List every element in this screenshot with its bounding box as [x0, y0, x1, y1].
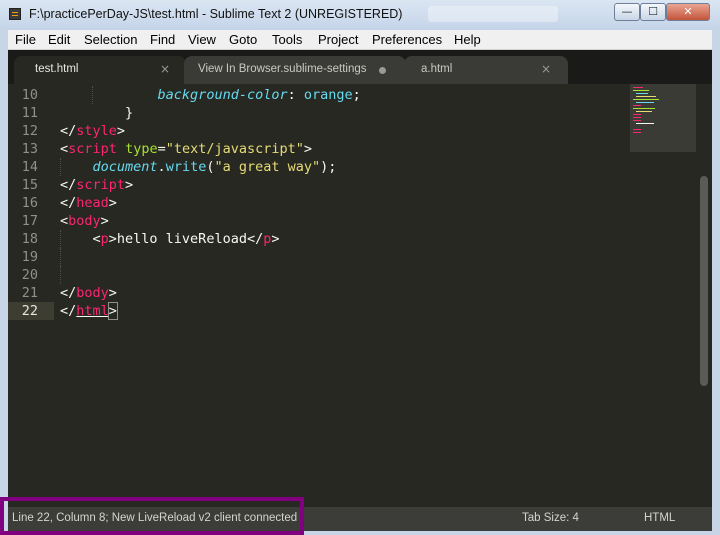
- tab-test-html[interactable]: test.html ×: [14, 56, 186, 84]
- indent-guide: [92, 86, 93, 104]
- line-number: 17: [21, 213, 38, 229]
- menu-tools[interactable]: Tools: [272, 32, 302, 47]
- highlight-annotation-box: [0, 497, 304, 535]
- line-number: 14: [21, 159, 38, 175]
- menu-file[interactable]: File: [15, 32, 36, 47]
- tab-a-html[interactable]: a.html ×: [404, 56, 568, 84]
- text-cursor: [116, 302, 118, 318]
- window-title: F:\practicePerDay-JS\test.html - Sublime…: [29, 7, 403, 21]
- code-editor[interactable]: 10 11 12 13 14 15 16 17 18 19 20 21 22 b…: [8, 84, 712, 507]
- code-line: document.write("a great way");: [60, 158, 336, 176]
- app-window: F:\practicePerDay-JS\test.html - Sublime…: [0, 0, 720, 535]
- code-line: background-color: orange;: [60, 86, 361, 104]
- line-number: 19: [21, 249, 38, 265]
- line-number: 11: [21, 105, 38, 121]
- tab-label: a.html: [421, 63, 453, 75]
- minimize-button[interactable]: —: [614, 3, 640, 21]
- menu-goto[interactable]: Goto: [229, 32, 257, 47]
- menu-bar: File Edit Selection Find View Goto Tools…: [8, 30, 712, 50]
- minimap[interactable]: [630, 84, 696, 152]
- indent-guide: [60, 266, 61, 284]
- tab-view-in-browser-settings[interactable]: View In Browser.sublime-settings: [184, 56, 406, 84]
- code-line: <p>hello liveReload</p>: [60, 230, 280, 248]
- line-number: 15: [21, 177, 38, 193]
- blurred-taskbar-item: [428, 6, 558, 22]
- line-number: 12: [21, 123, 38, 139]
- scrollbar-thumb[interactable]: [700, 176, 708, 386]
- tab-label: test.html: [35, 63, 79, 75]
- close-button[interactable]: ✕: [666, 3, 710, 21]
- menu-selection[interactable]: Selection: [84, 32, 137, 47]
- code-line: </script>: [60, 177, 134, 193]
- line-number: 13: [21, 141, 38, 157]
- sublime-app-icon: [9, 8, 21, 20]
- menu-preferences[interactable]: Preferences: [372, 32, 442, 47]
- code-line: }: [60, 105, 134, 121]
- code-line: </head>: [60, 195, 117, 211]
- line-number-current: 22: [8, 302, 54, 320]
- tab-label: View In Browser.sublime-settings: [198, 63, 367, 75]
- title-bar[interactable]: F:\practicePerDay-JS\test.html - Sublime…: [0, 0, 720, 30]
- menu-help[interactable]: Help: [454, 32, 481, 47]
- line-number: 20: [21, 267, 38, 283]
- maximize-button[interactable]: ☐: [640, 3, 666, 21]
- line-number: 10: [21, 87, 38, 103]
- unsaved-dot-icon[interactable]: [379, 67, 386, 74]
- tab-close-icon[interactable]: ×: [541, 62, 551, 76]
- tab-close-icon[interactable]: ×: [160, 62, 170, 76]
- line-number: 18: [21, 231, 38, 247]
- indent-guide: [60, 248, 61, 266]
- code-line: <script type="text/javascript">: [60, 141, 313, 157]
- menu-find[interactable]: Find: [150, 32, 175, 47]
- code-line: </style>: [60, 123, 126, 139]
- line-number: 21: [21, 285, 38, 301]
- code-line-current: </html>: [60, 302, 118, 320]
- syntax-indicator[interactable]: HTML: [644, 512, 675, 524]
- vertical-scrollbar[interactable]: [696, 84, 712, 507]
- line-number-gutter: 10 11 12 13 14 15 16 17 18 19 20 21 22: [8, 84, 54, 507]
- indent-guide: [60, 230, 61, 248]
- tab-size-indicator[interactable]: Tab Size: 4: [522, 512, 579, 524]
- menu-project[interactable]: Project: [318, 32, 358, 47]
- menu-view[interactable]: View: [188, 32, 216, 47]
- code-line: <body>: [60, 213, 109, 229]
- menu-edit[interactable]: Edit: [48, 32, 70, 47]
- indent-guide: [60, 158, 61, 176]
- code-line: </body>: [60, 285, 117, 301]
- line-number: 16: [21, 195, 38, 211]
- tab-strip: test.html × View In Browser.sublime-sett…: [8, 50, 712, 84]
